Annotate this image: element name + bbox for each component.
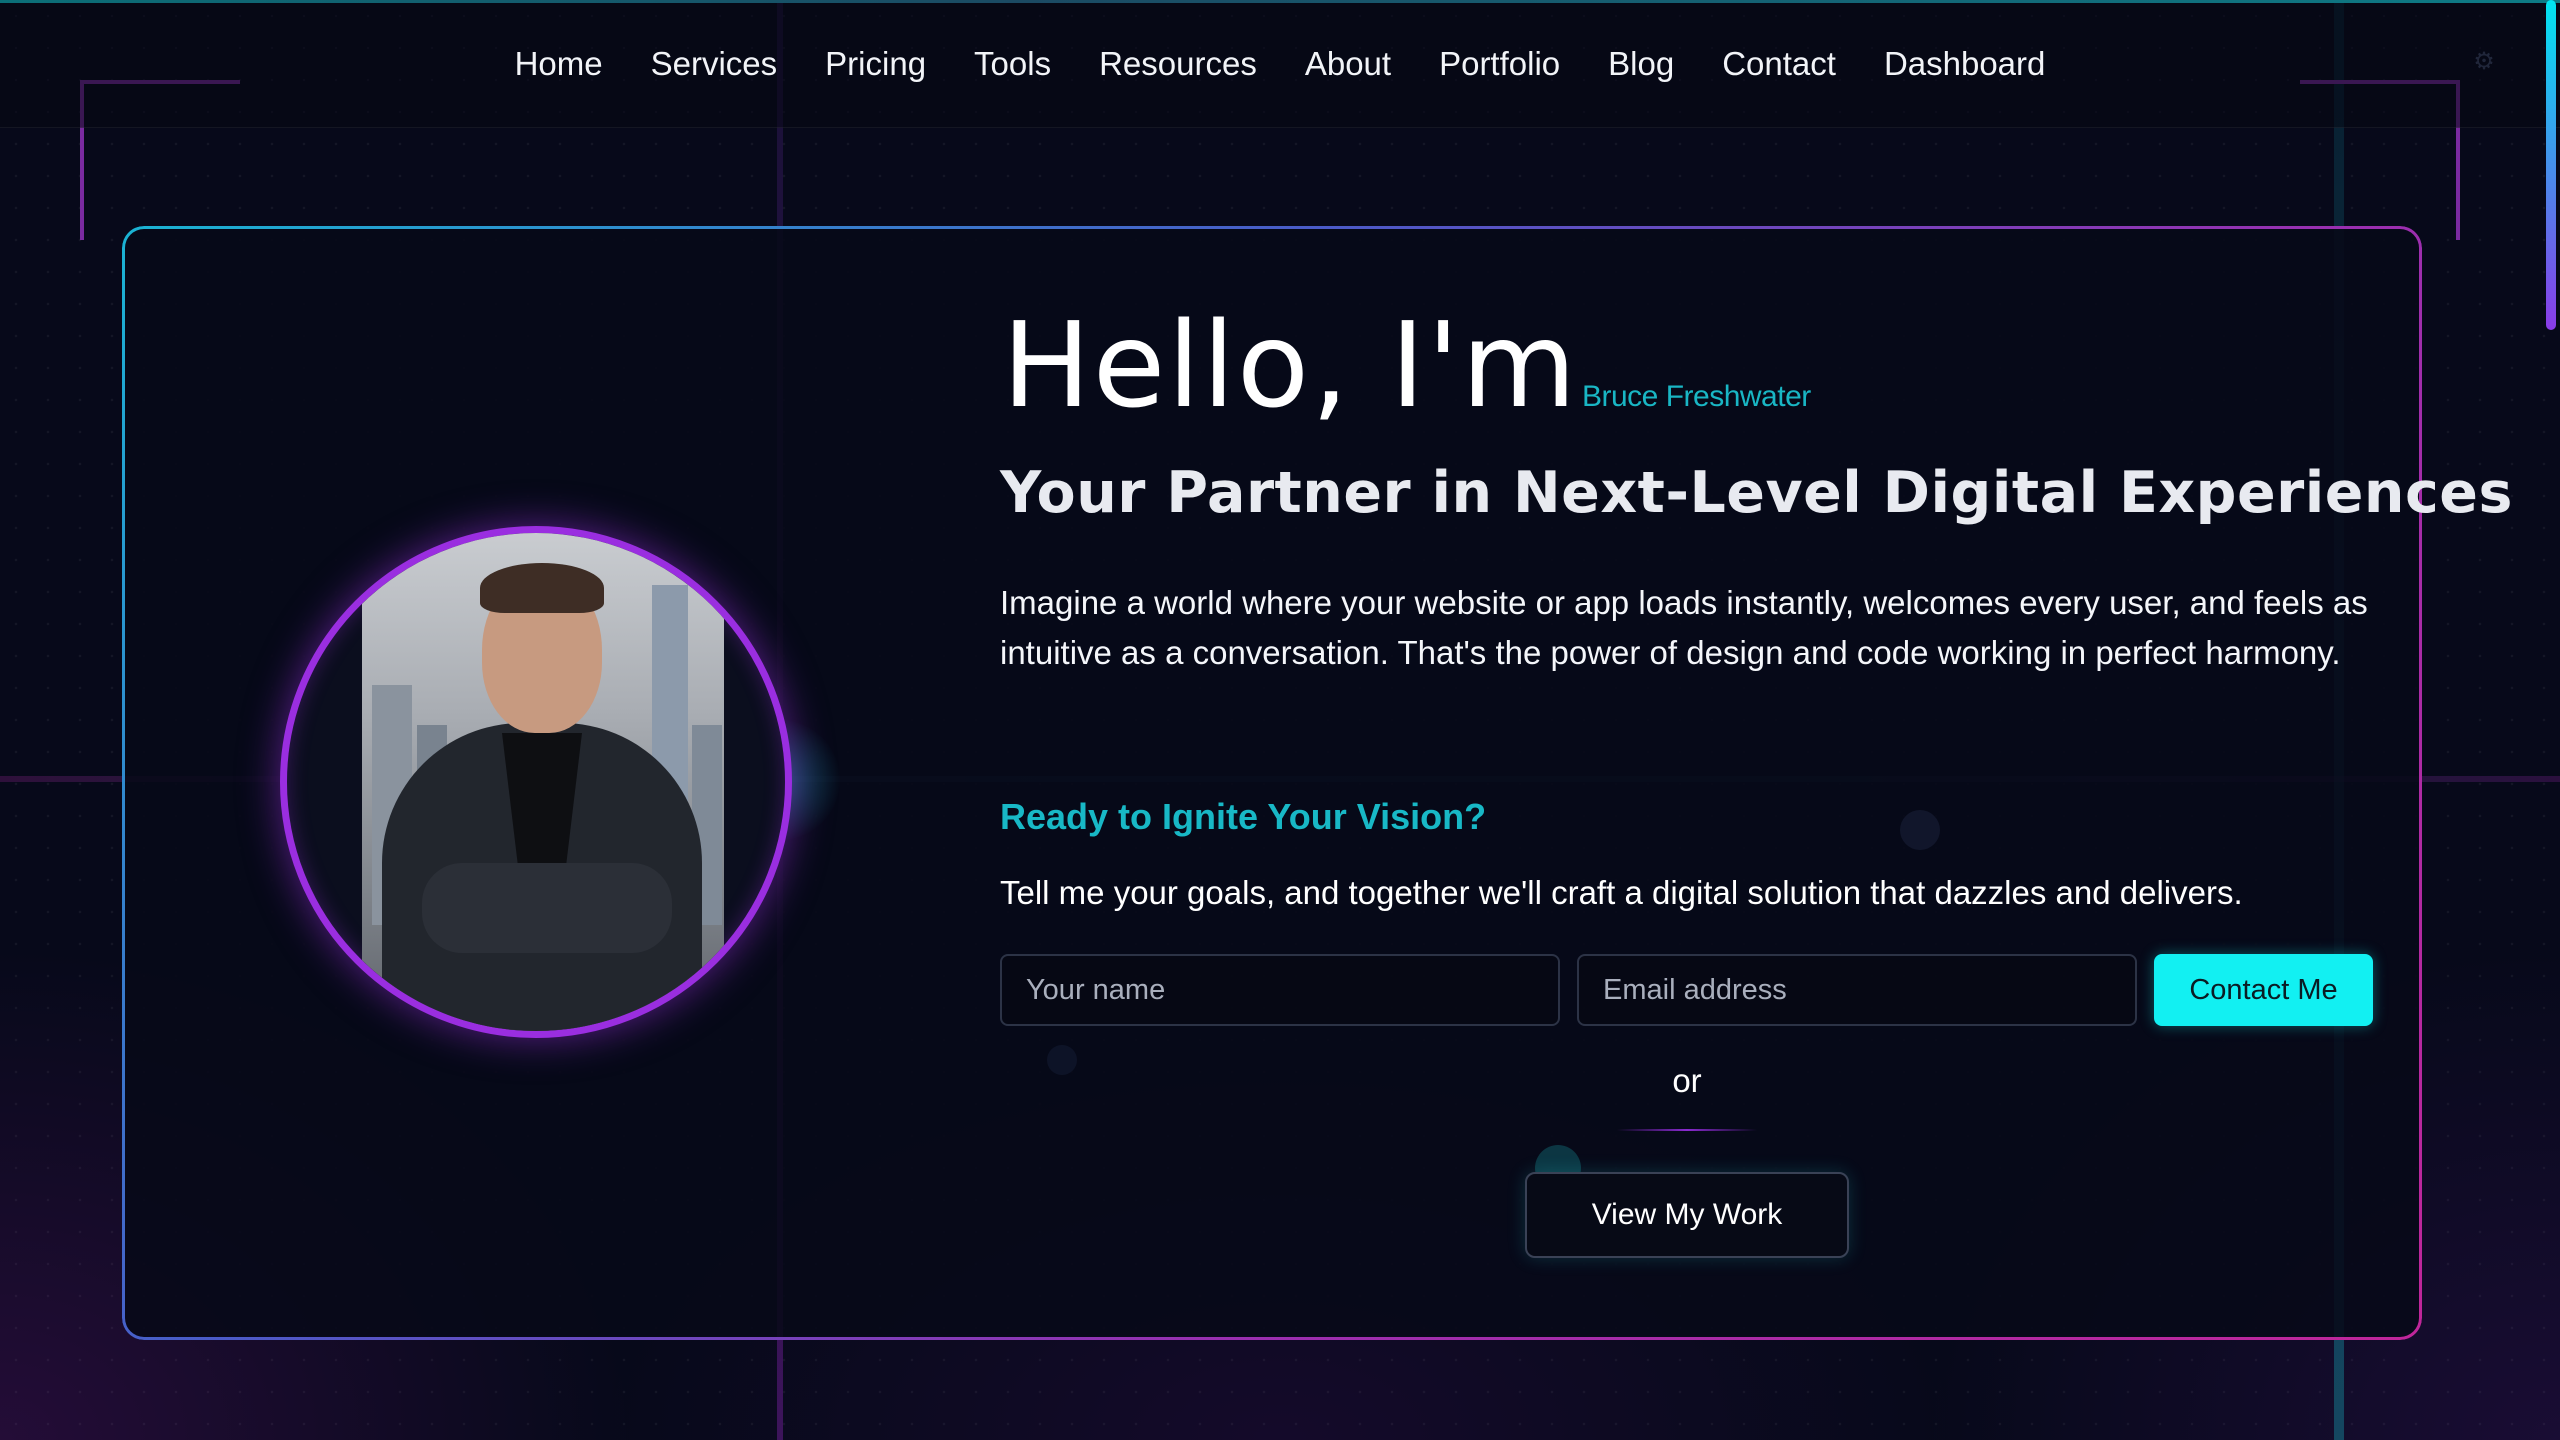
page-scrollbar[interactable] [2546,0,2556,330]
avatar [280,526,792,1038]
or-separator: or [1672,1062,1702,1099]
nav-item-tools[interactable]: Tools [974,40,1051,88]
top-accent-line [0,0,2560,3]
contact-me-button[interactable]: Contact Me [2154,954,2373,1026]
nav-item-about[interactable]: About [1305,40,1391,88]
nav-item-blog[interactable]: Blog [1608,40,1674,88]
view-my-work-button[interactable]: View My Work [1525,1172,1849,1258]
decorative-glow [1047,1045,1077,1075]
name-input[interactable] [1000,954,1560,1026]
nav-item-services[interactable]: Services [651,40,778,88]
nav-item-home[interactable]: Home [515,40,603,88]
nav-menu: Home Services Pricing Tools Resources Ab… [0,40,2560,88]
top-navigation: Home Services Pricing Tools Resources Ab… [0,0,2560,128]
profile-photo [362,533,724,1031]
nav-item-dashboard[interactable]: Dashboard [1884,40,2045,88]
decorative-glow [1900,810,1940,850]
nav-item-pricing[interactable]: Pricing [825,40,926,88]
hero-tagline: Your Partner in Next-Level Digital Exper… [1000,460,2513,526]
contact-heading: Ready to Ignite Your Vision? [1000,796,1487,837]
hero-intro: Imagine a world where your website or ap… [1000,584,2368,671]
nav-item-portfolio[interactable]: Portfolio [1439,40,1560,88]
hero-greeting: Hello, I'm [1002,296,1579,434]
hero-name: Bruce Freshwater [1582,380,1811,413]
separator-line [1617,1129,1757,1131]
email-input[interactable] [1577,954,2137,1026]
nav-item-resources[interactable]: Resources [1099,40,1257,88]
gear-icon[interactable]: ⚙ [2472,50,2496,74]
contact-text: Tell me your goals, and together we'll c… [1000,874,2243,911]
nav-item-contact[interactable]: Contact [1722,40,1836,88]
